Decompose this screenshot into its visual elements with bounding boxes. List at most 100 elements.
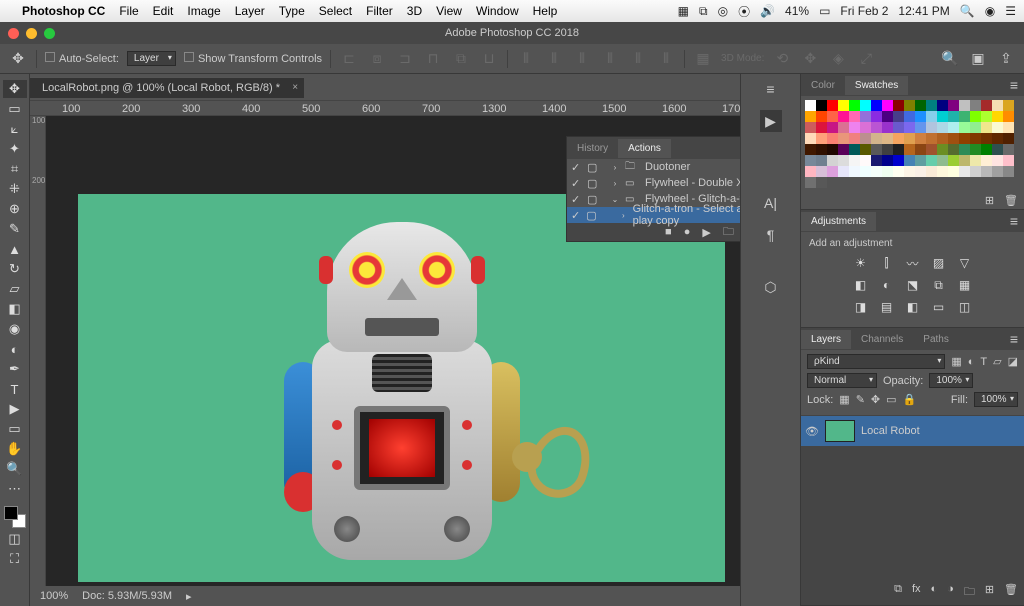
stamp-tool[interactable]: ▲ — [3, 240, 27, 258]
swatch[interactable] — [904, 166, 915, 177]
menubar-volume-icon[interactable]: 🔊 — [760, 4, 775, 18]
menu-layer[interactable]: Layer — [235, 4, 265, 18]
swatch[interactable] — [882, 111, 893, 122]
dodge-tool[interactable]: ◐ — [3, 340, 27, 358]
character-panel-icon[interactable]: A| — [760, 192, 782, 214]
action-newset-icon[interactable]: 🗀 — [723, 223, 734, 242]
swatch-delete-icon[interactable]: 🗑 — [1004, 194, 1018, 207]
swatch[interactable] — [827, 111, 838, 122]
filter-adjust-icon[interactable]: ◐ — [968, 356, 975, 368]
3d-scale-icon[interactable]: ⤢ — [856, 49, 876, 69]
layer-list[interactable]: 👁 Local Robot — [801, 416, 1024, 580]
swatch[interactable] — [893, 133, 904, 144]
swatch[interactable] — [816, 166, 827, 177]
swatch[interactable] — [860, 133, 871, 144]
swatch[interactable] — [1003, 122, 1014, 133]
adj-hue-icon[interactable]: ◧ — [853, 277, 869, 293]
swatch[interactable] — [926, 166, 937, 177]
swatch[interactable] — [926, 111, 937, 122]
swatch[interactable] — [882, 144, 893, 155]
swatch[interactable] — [992, 100, 1003, 111]
layer-thumbnail[interactable] — [825, 420, 855, 442]
swatch[interactable] — [904, 111, 915, 122]
actions-panel[interactable]: History Actions » ≡ ✓▢›🗀Duotoner✓▢›▭Flyw… — [566, 136, 740, 242]
swatch[interactable] — [1003, 166, 1014, 177]
eyedropper-tool[interactable]: ⁜ — [3, 180, 27, 198]
adj-selective-color-icon[interactable]: ◫ — [957, 299, 973, 315]
shape-tool[interactable]: ▭ — [3, 420, 27, 438]
distribute-4-icon[interactable]: ⫴ — [600, 49, 620, 69]
adjustments-tab[interactable]: Adjustments — [801, 212, 876, 231]
swatch[interactable] — [981, 155, 992, 166]
menu-image[interactable]: Image — [187, 4, 220, 18]
swatch[interactable] — [849, 144, 860, 155]
adj-photo-filter-icon[interactable]: ⬔ — [905, 277, 921, 293]
swatch[interactable] — [849, 100, 860, 111]
swatch[interactable] — [915, 100, 926, 111]
adj-invert-icon[interactable]: ◨ — [853, 299, 869, 315]
swatch[interactable] — [970, 166, 981, 177]
lock-artboard-icon[interactable]: ▭ — [886, 393, 896, 406]
move-tool[interactable]: ✥ — [3, 80, 27, 98]
swatch[interactable] — [904, 100, 915, 111]
menu-window[interactable]: Window — [476, 4, 519, 18]
swatch[interactable] — [871, 111, 882, 122]
menu-select[interactable]: Select — [319, 4, 352, 18]
menubar-battery[interactable]: 41% — [785, 4, 809, 18]
swatch[interactable] — [805, 177, 816, 188]
swatch[interactable] — [882, 166, 893, 177]
distribute-v-icon[interactable]: ⫴ — [544, 49, 564, 69]
lock-transparent-icon[interactable]: ▦ — [839, 393, 849, 406]
pen-tool[interactable]: ✒ — [3, 360, 27, 378]
swatch[interactable] — [959, 111, 970, 122]
maximize-window-button[interactable] — [44, 28, 55, 39]
layers-tab[interactable]: Layers — [801, 330, 851, 349]
menubar-circle-icon[interactable]: ◎ — [718, 4, 728, 18]
swatch[interactable] — [948, 100, 959, 111]
hand-tool[interactable]: ✋ — [3, 440, 27, 458]
edit-toolbar[interactable]: ⋯ — [3, 480, 27, 498]
adj-curves-icon[interactable]: 〰 — [905, 255, 921, 271]
swatch[interactable] — [915, 122, 926, 133]
layer-group-icon[interactable]: 🗀 — [964, 583, 975, 602]
swatch[interactable] — [937, 122, 948, 133]
search-icon[interactable]: 🔍 — [940, 49, 960, 69]
swatch[interactable] — [937, 155, 948, 166]
auto-align-icon[interactable]: ▦ — [693, 49, 713, 69]
swatch[interactable] — [849, 111, 860, 122]
show-transform-checkbox[interactable]: Show Transform Controls — [184, 52, 322, 65]
swatch[interactable] — [871, 122, 882, 133]
swatch[interactable] — [959, 166, 970, 177]
swatch[interactable] — [882, 122, 893, 133]
adj-color-lookup-icon[interactable]: ▦ — [957, 277, 973, 293]
swatch[interactable] — [805, 155, 816, 166]
menu-help[interactable]: Help — [533, 4, 558, 18]
layer-adjust-icon[interactable]: ◑ — [947, 583, 954, 602]
color-swatch-tool[interactable] — [4, 506, 26, 528]
swatch[interactable] — [882, 133, 893, 144]
quick-mask-tool[interactable]: ◫ — [3, 530, 27, 548]
workspace-icon[interactable]: ▣ — [968, 49, 988, 69]
swatch[interactable] — [805, 166, 816, 177]
swatch[interactable] — [871, 155, 882, 166]
swatch[interactable] — [805, 100, 816, 111]
layer-mask-icon[interactable]: ◐ — [931, 583, 938, 602]
menubar-date[interactable]: Fri Feb 2 — [840, 4, 888, 18]
swatch[interactable] — [915, 166, 926, 177]
swatch[interactable] — [838, 133, 849, 144]
layer-delete-icon[interactable]: 🗑 — [1004, 583, 1018, 602]
swatch[interactable] — [992, 133, 1003, 144]
screen-mode-tool[interactable]: ⛶ — [3, 550, 27, 568]
swatch[interactable] — [926, 122, 937, 133]
swatch[interactable] — [893, 166, 904, 177]
zoom-tool[interactable]: 🔍 — [3, 460, 27, 478]
swatch[interactable] — [959, 100, 970, 111]
swatch[interactable] — [981, 133, 992, 144]
swatch[interactable] — [981, 111, 992, 122]
adj-posterize-icon[interactable]: ▤ — [879, 299, 895, 315]
swatch[interactable] — [1003, 111, 1014, 122]
swatch[interactable] — [992, 111, 1003, 122]
close-tab-icon[interactable]: × — [292, 82, 298, 93]
swatch-new-icon[interactable]: ⊞ — [985, 194, 994, 207]
foreground-color[interactable] — [4, 506, 18, 520]
